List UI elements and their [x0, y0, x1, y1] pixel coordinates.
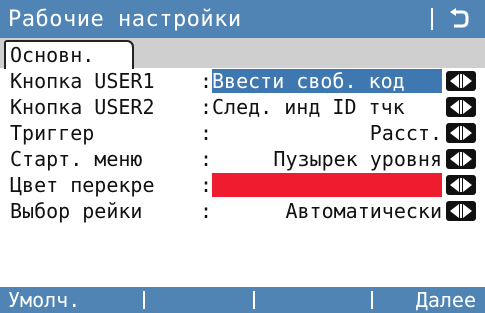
return-arrow-icon — [450, 8, 469, 28]
setting-label: Выбор рейки — [10, 199, 143, 223]
setting-colon: : — [200, 147, 213, 171]
setting-colon: : — [200, 199, 213, 223]
softkey-f2[interactable] — [150, 287, 268, 313]
setting-colon: : — [200, 121, 213, 145]
setting-row-user2: Кнопка USER2 : След. инд ID тчк — [0, 94, 485, 120]
title-separator — [431, 8, 433, 30]
setting-label: Кнопка USER2 — [10, 95, 155, 119]
softkey-bar: Умолч. Далее — [0, 287, 485, 313]
settings-list: Кнопка USER1 : Ввести своб. код Кнопка U… — [0, 68, 485, 224]
tab-main[interactable]: Основн. — [4, 40, 134, 69]
setting-value-start-menu[interactable]: Пузырек уровня — [212, 147, 442, 171]
title-bar: Рабочие настройки — [0, 0, 485, 38]
softkey-separator — [253, 291, 255, 309]
left-right-arrows-icon[interactable] — [446, 149, 476, 169]
softkey-f3[interactable] — [260, 287, 378, 313]
page-title: Рабочие настройки — [8, 6, 242, 32]
tab-strip: Основн. — [0, 38, 485, 69]
left-right-arrows-icon[interactable] — [446, 71, 476, 91]
left-right-arrows-icon[interactable] — [446, 175, 476, 195]
setting-value-rod-select[interactable]: Автоматически — [212, 199, 442, 223]
setting-label: Триггер — [10, 121, 95, 145]
setting-row-rod-select: Выбор рейки : Автоматически — [0, 198, 485, 224]
setting-colon: : — [200, 95, 213, 119]
setting-label: Кнопка USER1 — [10, 69, 155, 93]
setting-colon: : — [200, 69, 213, 93]
left-right-arrows-icon[interactable] — [446, 123, 476, 143]
setting-colon: : — [200, 173, 213, 197]
setting-label: Цвет перекре — [10, 173, 155, 197]
left-right-arrows-icon[interactable] — [446, 97, 476, 117]
setting-value-user1[interactable]: Ввести своб. код — [212, 69, 442, 93]
setting-row-start-menu: Старт. меню : Пузырек уровня — [0, 146, 485, 172]
softkey-default[interactable]: Умолч. — [8, 287, 126, 313]
setting-row-crosshair-color: Цвет перекре : — [0, 172, 485, 198]
setting-label: Старт. меню — [10, 147, 143, 171]
setting-row-trigger: Триггер : Расст. — [0, 120, 485, 146]
back-button[interactable] — [437, 0, 481, 38]
setting-row-user1: Кнопка USER1 : Ввести своб. код — [0, 68, 485, 94]
crosshair-color-swatch[interactable] — [212, 173, 442, 197]
softkey-separator — [143, 291, 145, 309]
left-right-arrows-icon[interactable] — [446, 201, 476, 221]
softkey-next[interactable]: Далее — [364, 287, 476, 313]
setting-value-user2[interactable]: След. инд ID тчк — [212, 95, 442, 119]
setting-value-trigger[interactable]: Расст. — [212, 121, 442, 145]
